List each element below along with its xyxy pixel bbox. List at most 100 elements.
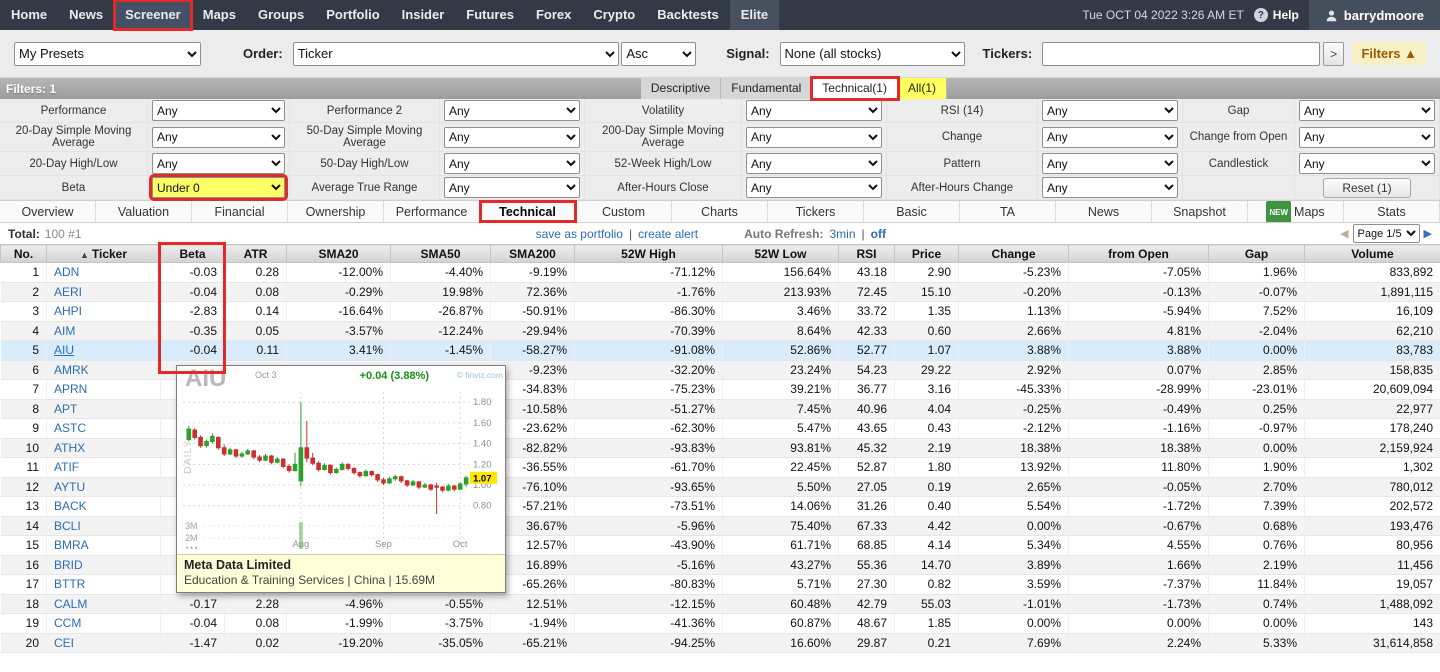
- nav-item-insider[interactable]: Insider: [391, 0, 456, 30]
- nav-item-screener[interactable]: Screener: [114, 0, 192, 30]
- page-prev-icon[interactable]: ◀: [1340, 227, 1348, 240]
- nav-item-crypto[interactable]: Crypto: [582, 0, 646, 30]
- col-header-sma200[interactable]: SMA200: [491, 245, 575, 263]
- page-select[interactable]: Page 1/5: [1353, 224, 1420, 243]
- view-tab-stats[interactable]: Stats: [1344, 201, 1440, 222]
- col-header-gap[interactable]: Gap: [1209, 245, 1305, 263]
- col-header-52w-high[interactable]: 52W High: [575, 245, 723, 263]
- filter-select-candlestick[interactable]: Any: [1299, 153, 1435, 174]
- nav-item-elite[interactable]: Elite: [730, 0, 779, 30]
- ticker-link-back[interactable]: BACK: [54, 499, 87, 513]
- nav-item-portfolio[interactable]: Portfolio: [315, 0, 390, 30]
- filter-tab-descriptive[interactable]: Descriptive: [641, 78, 721, 99]
- filter-select-change[interactable]: Any: [1042, 127, 1178, 148]
- filter-select-performance-2[interactable]: Any: [444, 100, 580, 121]
- ticker-link-cei[interactable]: CEI: [54, 636, 74, 650]
- filter-select-20-day-simple-moving-average[interactable]: Any: [152, 127, 285, 148]
- filter-select-after-hours-change[interactable]: Any: [1042, 177, 1178, 198]
- nav-item-forex[interactable]: Forex: [525, 0, 582, 30]
- view-tab-valuation[interactable]: Valuation: [96, 201, 192, 222]
- filter-tab-all-1-[interactable]: All(1): [898, 78, 947, 99]
- page-next-icon[interactable]: ▶: [1424, 227, 1432, 240]
- col-header-change[interactable]: Change: [959, 245, 1069, 263]
- ticker-link-ccm[interactable]: CCM: [54, 616, 81, 630]
- filter-select-pattern[interactable]: Any: [1042, 153, 1178, 174]
- col-header-from-open[interactable]: from Open: [1069, 245, 1209, 263]
- ticker-link-ahpi[interactable]: AHPI: [54, 304, 82, 318]
- ticker-link-aeri[interactable]: AERI: [54, 285, 82, 299]
- nav-item-futures[interactable]: Futures: [455, 0, 525, 30]
- ticker-link-amrk[interactable]: AMRK: [54, 363, 89, 377]
- filter-select-volatility[interactable]: Any: [746, 100, 882, 121]
- view-tab-ta[interactable]: TA: [960, 201, 1056, 222]
- ticker-link-atif[interactable]: ATIF: [54, 460, 79, 474]
- view-tab-financial[interactable]: Financial: [192, 201, 288, 222]
- view-tab-performance[interactable]: Performance: [384, 201, 480, 222]
- filter-select-200-day-simple-moving-average[interactable]: Any: [746, 127, 882, 148]
- view-tab-ownership[interactable]: Ownership: [288, 201, 384, 222]
- filter-select-average-true-range[interactable]: Any: [444, 177, 580, 198]
- nav-item-groups[interactable]: Groups: [247, 0, 315, 30]
- order-direction-select[interactable]: Asc: [621, 42, 696, 66]
- view-tab-charts[interactable]: Charts: [672, 201, 768, 222]
- ticker-link-aytu[interactable]: AYTU: [54, 480, 85, 494]
- view-tab-snapshot[interactable]: Snapshot: [1152, 201, 1248, 222]
- ticker-link-aim[interactable]: AIM: [54, 324, 75, 338]
- nav-item-home[interactable]: Home: [0, 0, 58, 30]
- filter-select-gap[interactable]: Any: [1299, 100, 1435, 121]
- col-header-price[interactable]: Price: [895, 245, 959, 263]
- ticker-link-bttr[interactable]: BTTR: [54, 577, 85, 591]
- filter-select-performance[interactable]: Any: [152, 100, 285, 121]
- ticker-link-bmra[interactable]: BMRA: [54, 538, 89, 552]
- view-tab-overview[interactable]: Overview: [0, 201, 96, 222]
- ticker-link-bcli[interactable]: BCLI: [54, 519, 81, 533]
- signal-select[interactable]: None (all stocks): [780, 42, 965, 66]
- nav-item-backtests[interactable]: Backtests: [646, 0, 729, 30]
- view-tab-news[interactable]: News: [1056, 201, 1152, 222]
- nav-item-maps[interactable]: Maps: [192, 0, 247, 30]
- filter-tab-technical-1-[interactable]: Technical(1): [812, 78, 898, 99]
- filter-select-rsi-14-[interactable]: Any: [1042, 100, 1178, 121]
- col-header-rsi[interactable]: RSI: [839, 245, 895, 263]
- col-header-no-[interactable]: No.: [1, 245, 47, 263]
- filter-select-20-day-high-low[interactable]: Any: [152, 153, 285, 174]
- order-select[interactable]: Ticker: [293, 42, 620, 66]
- ticker-link-aprn[interactable]: APRN: [54, 382, 87, 396]
- view-tab-maps[interactable]: NEWMaps: [1248, 201, 1344, 222]
- col-header-ticker[interactable]: ▲Ticker: [47, 245, 161, 263]
- ticker-link-adn[interactable]: ADN: [54, 265, 79, 279]
- tickers-input[interactable]: [1042, 42, 1320, 66]
- nav-item-news[interactable]: News: [58, 0, 114, 30]
- ticker-link-calm[interactable]: CALM: [54, 597, 87, 611]
- reset-filters-button[interactable]: Reset (1): [1323, 178, 1411, 198]
- ticker-link-aiu[interactable]: AIU: [54, 343, 74, 357]
- ticker-link-astc[interactable]: ASTC: [54, 421, 86, 435]
- filters-toggle[interactable]: Filters ▲: [1352, 42, 1426, 65]
- col-header-beta[interactable]: Beta: [161, 245, 225, 263]
- col-header-52w-low[interactable]: 52W Low: [723, 245, 839, 263]
- col-header-volume[interactable]: Volume: [1305, 245, 1440, 263]
- filter-select-50-day-simple-moving-average[interactable]: Any: [444, 127, 580, 148]
- auto-refresh-off-link[interactable]: off: [871, 227, 886, 241]
- create-alert-link[interactable]: create alert: [638, 227, 698, 241]
- ticker-link-brid[interactable]: BRID: [54, 558, 83, 572]
- filter-tab-fundamental[interactable]: Fundamental: [721, 78, 812, 99]
- presets-select[interactable]: My Presets: [14, 42, 201, 66]
- ticker-link-athx[interactable]: ATHX: [54, 441, 85, 455]
- view-tab-custom[interactable]: Custom: [576, 201, 672, 222]
- filter-select-52-week-high-low[interactable]: Any: [746, 153, 882, 174]
- user-menu[interactable]: barrydmoore: [1309, 0, 1440, 30]
- auto-refresh-value-link[interactable]: 3min: [829, 227, 855, 241]
- save-as-portfolio-link[interactable]: save as portfolio: [536, 227, 623, 241]
- filter-select-50-day-high-low[interactable]: Any: [444, 153, 580, 174]
- ticker-link-apt[interactable]: APT: [54, 402, 77, 416]
- col-header-atr[interactable]: ATR: [225, 245, 287, 263]
- view-tab-basic[interactable]: Basic: [864, 201, 960, 222]
- filter-select-after-hours-close[interactable]: Any: [746, 177, 882, 198]
- tickers-go-button[interactable]: >: [1323, 42, 1345, 66]
- filter-select-change-from-open[interactable]: Any: [1299, 127, 1435, 148]
- filter-select-beta[interactable]: Under 0: [152, 177, 285, 198]
- col-header-sma50[interactable]: SMA50: [391, 245, 491, 263]
- view-tab-tickers[interactable]: Tickers: [768, 201, 864, 222]
- help-link[interactable]: ? Help: [1254, 8, 1299, 22]
